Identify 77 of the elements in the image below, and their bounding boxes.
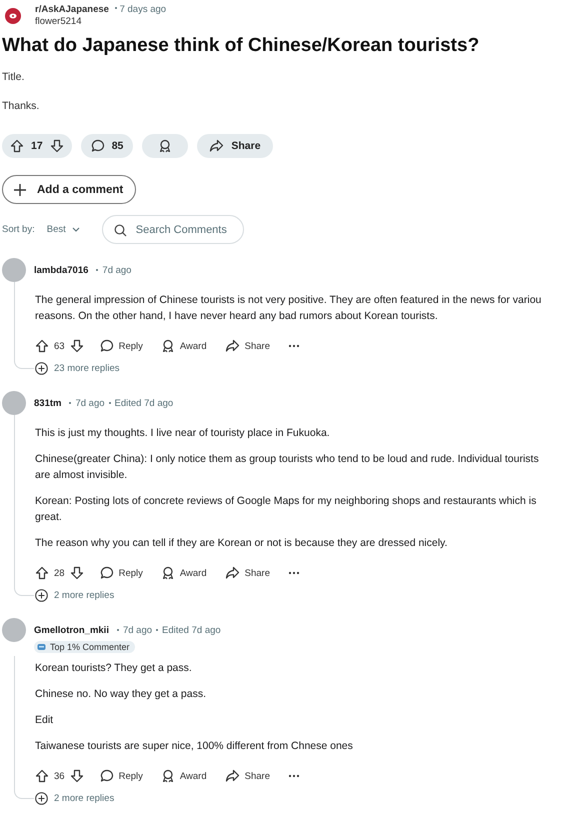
more-replies-button[interactable]: 2 more replies xyxy=(35,589,114,602)
award-button[interactable]: Award xyxy=(160,339,207,353)
post-body-text: Thanks. xyxy=(2,100,40,112)
speech-bubble-icon xyxy=(100,769,114,783)
ribbon-icon xyxy=(160,769,175,783)
share-button[interactable]: Share xyxy=(224,339,270,353)
award-button[interactable]: Award xyxy=(160,769,207,783)
share-arrow-icon xyxy=(224,339,240,353)
upvote-icon[interactable] xyxy=(35,566,49,580)
more-replies-button[interactable]: 2 more replies xyxy=(35,792,114,805)
subreddit-logo[interactable] xyxy=(5,8,21,24)
share-arrow-icon xyxy=(224,566,240,580)
award-button[interactable] xyxy=(142,134,188,158)
share-button[interactable]: Share xyxy=(197,134,273,158)
vote-count: 28 xyxy=(54,568,65,578)
comment-author[interactable]: lambda7016 xyxy=(34,264,88,276)
more-options-icon[interactable] xyxy=(288,344,300,348)
subreddit-name[interactable]: r/AskAJapanese xyxy=(35,4,109,15)
reply-button[interactable]: Reply xyxy=(100,769,143,783)
speech-bubble-icon xyxy=(100,339,114,353)
edited-label: Edited 7d ago xyxy=(162,624,221,636)
comment-author[interactable]: 831tm xyxy=(34,398,62,408)
more-options-icon[interactable] xyxy=(288,774,300,778)
comment-author[interactable]: Gmellotron_mkii xyxy=(34,624,109,636)
comment-text: The general impression of Chinese tourists is not very positive. They are often featured in the news for variou reasons. On the other hand, I have never heard any bad rumors about Korean tourists. xyxy=(35,293,542,324)
speech-bubble-icon xyxy=(100,566,114,580)
plus-circle-icon xyxy=(35,792,48,805)
comment-time: 7d ago xyxy=(75,398,105,408)
comment-text: Chinese(greater China): I only notice them as group tourists who tend to be loud and rude. Individual tourists are almost invisible. xyxy=(35,452,540,483)
downvote-icon[interactable] xyxy=(70,566,84,580)
comment-text: Edit xyxy=(35,713,54,728)
sort-dropdown[interactable]: Best xyxy=(46,224,80,235)
post-body-text: Title. xyxy=(2,71,26,83)
plus-icon xyxy=(13,182,27,196)
search-field[interactable]: Search Comments xyxy=(102,215,244,244)
vote-count: 63 xyxy=(54,340,65,352)
share-arrow-icon xyxy=(224,769,240,783)
comment-text: Korean: Posting lots of concrete reviews of Google Maps for my neighboring shops and restaurants which is great. xyxy=(35,494,538,525)
flair-icon xyxy=(37,643,46,651)
post-title: What do Japanese think of Chinese/Korean tourists? xyxy=(2,35,480,57)
comment-text: This is just my thoughts. I live near of touristy place in Fukuoka. xyxy=(35,426,331,441)
comment-text: The reason why you can tell if they are Korean or not is because they are dressed nicely. xyxy=(35,536,448,551)
more-options-icon[interactable] xyxy=(288,571,300,575)
post-author[interactable]: flower5214 xyxy=(35,16,166,28)
vote-count: 36 xyxy=(54,770,65,782)
plus-circle-icon xyxy=(35,362,48,375)
share-arrow-icon xyxy=(209,139,224,153)
chevron-down-icon xyxy=(72,227,80,232)
ribbon-icon xyxy=(158,139,172,153)
post-time: 7 days ago xyxy=(120,4,166,15)
ribbon-icon xyxy=(160,566,175,580)
reply-button[interactable]: Reply xyxy=(100,339,143,353)
comment-text: Chinese no. No way they get a pass. xyxy=(35,687,208,702)
upvote-icon[interactable] xyxy=(10,139,24,153)
plus-circle-icon xyxy=(35,589,48,602)
downvote-icon[interactable] xyxy=(50,139,64,153)
downvote-icon[interactable] xyxy=(70,339,84,353)
upvote-icon[interactable] xyxy=(35,339,49,353)
comment-text: Korean tourists? They get a pass. xyxy=(35,661,193,676)
comment-time: 7d ago xyxy=(102,264,132,276)
add-comment-button[interactable]: Add a comment xyxy=(2,175,136,204)
comment-time: 7d ago xyxy=(122,624,152,636)
share-button[interactable]: Share xyxy=(224,566,270,580)
share-button[interactable]: Share xyxy=(224,769,270,783)
award-button[interactable]: Award xyxy=(160,566,207,580)
vote-count: 17 xyxy=(31,140,43,152)
upvote-icon[interactable] xyxy=(35,769,49,783)
comments-button[interactable]: 85 xyxy=(80,134,134,158)
comment-text: Taiwanese tourists are super nice, 100% different from Chnese ones xyxy=(35,739,354,754)
more-replies-button[interactable]: 23 more replies xyxy=(35,362,120,375)
downvote-icon[interactable] xyxy=(70,769,84,783)
edited-label: Edited 7d ago xyxy=(114,398,174,408)
speech-bubble-icon xyxy=(90,139,105,153)
ribbon-icon xyxy=(160,339,175,353)
reply-button[interactable]: Reply xyxy=(100,566,143,580)
commenter-flair: Top 1% Commenter xyxy=(34,641,135,653)
sort-label: Sort by: xyxy=(2,224,35,235)
